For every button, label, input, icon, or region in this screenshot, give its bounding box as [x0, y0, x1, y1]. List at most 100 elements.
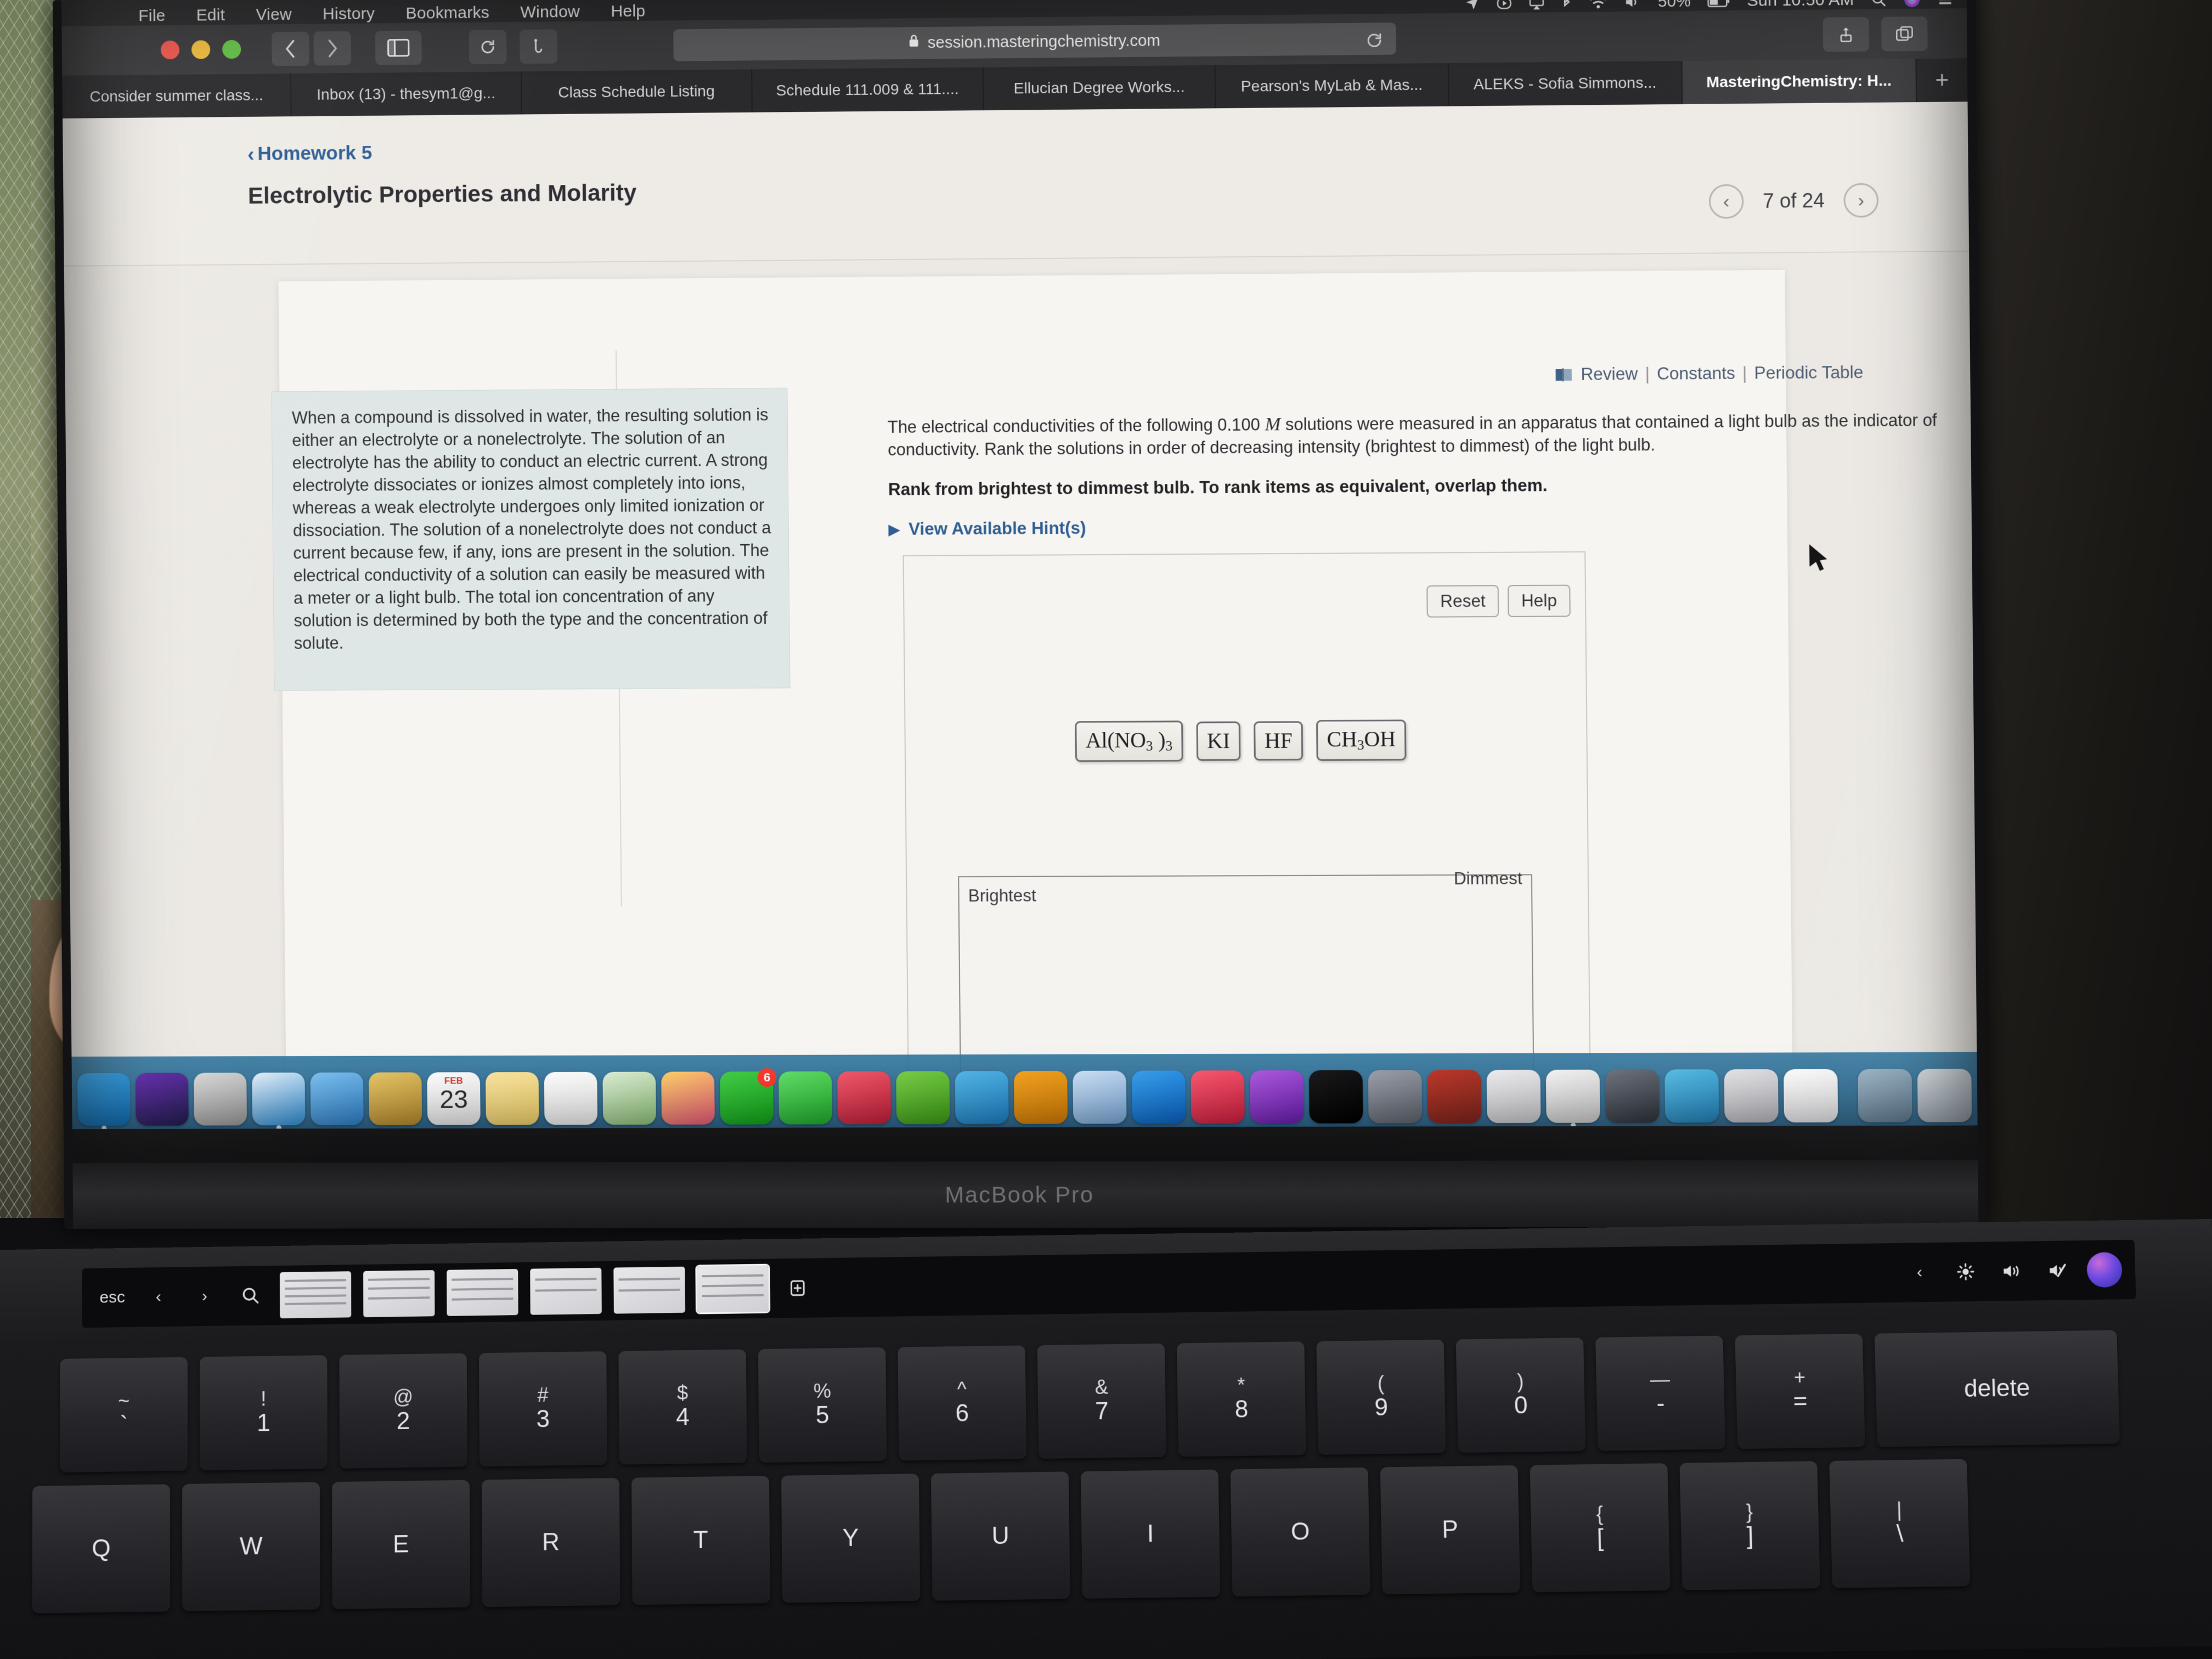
airplay-icon[interactable] [1529, 0, 1545, 10]
touchbar-mute-icon[interactable] [2040, 1249, 2075, 1291]
key-1[interactable]: ! 1 [200, 1355, 328, 1470]
dock-item-podcasts[interactable] [1250, 1070, 1304, 1124]
dock-item-news[interactable] [837, 1071, 891, 1125]
refresh-page-icon[interactable] [469, 30, 507, 64]
address-bar[interactable]: session.masteringchemistry.com [673, 22, 1396, 61]
tab-overview-icon[interactable] [1881, 16, 1928, 52]
close-window-button[interactable] [161, 41, 179, 59]
touchbar-prev-button[interactable]: ‹ [1902, 1251, 1937, 1294]
dock-item-calendar[interactable]: FEB 23 [427, 1072, 480, 1125]
dock-item-textedit[interactable] [1784, 1069, 1838, 1122]
tab-3[interactable]: Schedule 111.009 & 111.... [752, 67, 984, 112]
back-button[interactable] [272, 32, 309, 66]
key-x[interactable]: ~ ` [60, 1357, 188, 1472]
key-x[interactable]: + = [1735, 1334, 1865, 1449]
key-delete[interactable]: delete [1875, 1330, 2120, 1447]
dock-item-finder[interactable] [77, 1073, 131, 1126]
wifi-icon[interactable] [1589, 0, 1607, 10]
key-q[interactable]: Q [32, 1484, 170, 1613]
dock-item-launchpad[interactable] [194, 1073, 247, 1125]
constants-link[interactable]: Constants [1657, 363, 1735, 383]
dock-item-system-preferences[interactable] [1368, 1070, 1423, 1123]
key-e[interactable]: E [332, 1480, 470, 1610]
control-center-icon[interactable] [1937, 0, 1953, 7]
dock-item-keynote[interactable] [955, 1071, 1009, 1124]
menu-help[interactable]: Help [611, 2, 645, 21]
key-x[interactable]: | \ [1829, 1459, 1970, 1588]
key-8[interactable]: * 8 [1177, 1341, 1306, 1457]
dock-item-photos[interactable] [661, 1071, 715, 1125]
touchbar-esc-key[interactable]: esc [95, 1277, 129, 1319]
location-icon[interactable] [1465, 0, 1480, 11]
spotlight-search-icon[interactable] [1871, 0, 1887, 8]
menu-edit[interactable]: Edit [196, 6, 225, 25]
touchbar-tab-thumbnail-3[interactable] [447, 1269, 518, 1316]
touchbar-volume-icon[interactable] [1994, 1250, 2029, 1293]
key-p[interactable]: P [1380, 1465, 1520, 1594]
previous-question-button[interactable]: ‹ [1709, 184, 1744, 219]
menu-file[interactable]: File [138, 7, 166, 25]
key-3[interactable]: #3 [479, 1351, 607, 1466]
tile-methanol[interactable]: CH3OH [1316, 720, 1407, 761]
tab-7-active[interactable]: MasteringChemistry: H... [1682, 59, 1917, 104]
dock-item-chess[interactable] [1427, 1070, 1482, 1123]
maximize-window-button[interactable] [222, 40, 241, 59]
tab-1[interactable]: Inbox (13) - thesym1@g... [291, 71, 522, 116]
key-7[interactable]: & 7 [1037, 1344, 1166, 1459]
touchbar-forward-button[interactable]: › [188, 1276, 222, 1318]
periodic-table-link[interactable]: Periodic Table [1754, 363, 1863, 383]
reload-icon[interactable] [1365, 31, 1384, 54]
battery-icon[interactable] [1707, 0, 1730, 8]
touchbar-tab-thumbnail-5[interactable] [613, 1267, 685, 1314]
breadcrumb[interactable]: ‹ Homework 5 [247, 142, 373, 165]
tab-4[interactable]: Ellucian Degree Works... [984, 65, 1216, 110]
menu-view[interactable]: View [256, 5, 292, 25]
key-4[interactable]: $4 [618, 1349, 747, 1464]
dock-item-siri[interactable] [136, 1073, 189, 1126]
key-o[interactable]: O [1231, 1468, 1370, 1596]
tile-potassium-iodide[interactable]: KI [1197, 721, 1241, 761]
screen-record-icon[interactable] [1497, 0, 1513, 11]
dock-item-numbers[interactable] [896, 1071, 950, 1124]
touchbar-new-tab-icon[interactable] [780, 1267, 815, 1309]
key-5[interactable]: % 5 [758, 1347, 887, 1463]
tab-0[interactable]: Consider summer class... [62, 74, 292, 119]
key-0[interactable]: ) 0 [1456, 1338, 1586, 1453]
touchbar-back-button[interactable]: ‹ [142, 1276, 176, 1318]
touchbar-search-icon[interactable] [234, 1274, 268, 1317]
dock-item-trash[interactable] [1917, 1069, 1972, 1122]
key-6[interactable]: ^ 6 [898, 1345, 1026, 1460]
siri-icon[interactable] [1904, 0, 1921, 8]
dock-item-apple-tv[interactable] [1309, 1070, 1363, 1124]
dock-item-quicktime[interactable] [1605, 1069, 1660, 1122]
dock-item-music[interactable] [1190, 1070, 1244, 1124]
tile-hydrogen-fluoride[interactable]: HF [1254, 721, 1303, 760]
dock-item-chrome[interactable] [1546, 1070, 1600, 1123]
tab-2[interactable]: Class Schedule Listing [521, 69, 752, 114]
dock-item-mail[interactable] [311, 1073, 364, 1125]
dock-item-pages[interactable] [1014, 1071, 1068, 1124]
dock-item-calculator[interactable] [1487, 1070, 1541, 1123]
dock-item-downloads-stack[interactable] [1858, 1069, 1912, 1122]
tile-aluminum-nitrate[interactable]: Al(NO3 )3 [1075, 720, 1183, 761]
dock-item-app-store[interactable] [1132, 1070, 1186, 1124]
touchbar-tab-thumbnail-active[interactable] [697, 1266, 769, 1313]
key-w[interactable]: W [182, 1482, 320, 1612]
battery-percent[interactable]: 50% [1658, 0, 1691, 11]
reader-mode-icon[interactable] [520, 29, 557, 64]
bluetooth-icon[interactable] [1561, 0, 1573, 11]
key-i[interactable]: I [1081, 1470, 1220, 1599]
dock-item-maps[interactable] [602, 1072, 656, 1125]
menu-window[interactable]: Window [520, 3, 580, 22]
touchbar-tab-thumbnail-4[interactable] [530, 1268, 602, 1315]
key-x[interactable]: — - [1595, 1336, 1725, 1451]
dock-item-messages[interactable]: 6 [720, 1071, 774, 1125]
key-u[interactable]: U [931, 1471, 1070, 1600]
dock-item-preview[interactable] [1073, 1071, 1126, 1124]
touchbar-tab-thumbnail-2[interactable] [363, 1270, 435, 1317]
volume-icon[interactable] [1624, 0, 1641, 9]
key-x[interactable]: }] [1679, 1461, 1820, 1590]
forward-button[interactable] [313, 31, 351, 66]
key-y[interactable]: Y [781, 1474, 920, 1603]
dock-item-image-capture[interactable] [1724, 1069, 1779, 1122]
